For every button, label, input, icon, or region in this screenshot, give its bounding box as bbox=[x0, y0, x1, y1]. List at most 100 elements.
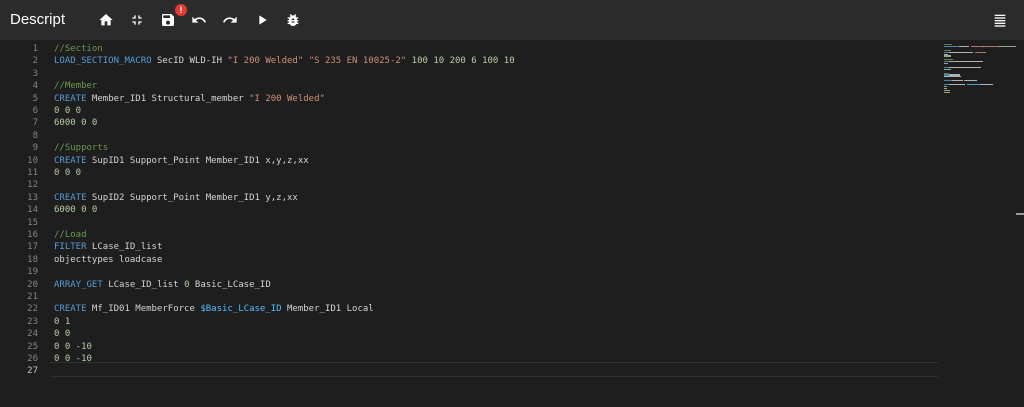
code-token-keyword: FILTER bbox=[54, 242, 87, 253]
code-token-plain: Member_ID1 Local bbox=[281, 304, 374, 315]
code-editor[interactable]: 1 2 3 4 5 6 7 8 9 10 11 12 13 14 15 16 17 18 19 20 21 22 23 24 2… bbox=[0, 40, 1024, 407]
code-line[interactable]: 6000 0 0 bbox=[54, 204, 97, 216]
line-number: 13 bbox=[27, 192, 38, 203]
code-token-plain: SupID2 Support_Point Member_ID1 y,z,xx bbox=[86, 192, 298, 203]
minimap-token bbox=[1000, 45, 1017, 48]
code-line[interactable]: 0 0 -10 bbox=[54, 341, 92, 353]
minimap-token bbox=[944, 76, 961, 78]
collapse-icon bbox=[132, 15, 142, 25]
line-number: 6 bbox=[32, 106, 38, 116]
line-number: 1 bbox=[32, 44, 38, 54]
line-number: 26 bbox=[27, 354, 38, 364]
code-token-string: "I 200 Welded" bbox=[249, 93, 325, 104]
minimap-token bbox=[959, 45, 970, 48]
code-token-number: 0 0 0 bbox=[54, 106, 82, 116]
code-line[interactable]: CREATE SupID2 Support_Point Member_ID1 y… bbox=[54, 192, 298, 204]
minimap-token bbox=[944, 55, 951, 57]
code-token-plain: LCase_ID_list bbox=[102, 279, 185, 290]
code-token-number: 100 10 200 6 100 10 bbox=[411, 56, 515, 67]
minimap-token bbox=[944, 63, 949, 65]
code-token-keyword: CREATE bbox=[54, 192, 87, 203]
scroll-thumb[interactable] bbox=[1016, 213, 1024, 215]
home-button[interactable] bbox=[96, 10, 116, 30]
code-token-keyword: CREATE bbox=[54, 155, 87, 166]
code-line[interactable]: 0 0 -10 bbox=[54, 353, 92, 365]
line-number: 11 bbox=[27, 168, 38, 178]
vertical-scrollbar[interactable] bbox=[1016, 40, 1024, 407]
minimap-token bbox=[949, 61, 984, 63]
code-token-number: 0 1 bbox=[54, 316, 71, 327]
code-line[interactable]: LOAD_SECTION_MACRO SecID WLD-IH "I 200 W… bbox=[54, 55, 515, 67]
code-token-comment: //Supports bbox=[54, 143, 109, 154]
minimap-token bbox=[944, 91, 950, 93]
code-token-comment: //Load bbox=[54, 230, 87, 240]
minimap-token bbox=[979, 83, 994, 86]
code-line[interactable]: CREATE Member_ID1 Structural_member "I 2… bbox=[54, 93, 325, 105]
line-number: 18 bbox=[27, 254, 38, 265]
line-number: 3 bbox=[32, 68, 38, 79]
line-number: 22 bbox=[27, 304, 38, 315]
code-token-keyword: ARRAY_GET bbox=[54, 279, 103, 290]
line-number: 10 bbox=[27, 155, 38, 166]
minimap[interactable] bbox=[940, 40, 1017, 407]
minimap-token bbox=[965, 80, 978, 82]
line-number: 7 bbox=[32, 118, 38, 129]
redo-button[interactable] bbox=[220, 10, 240, 30]
home-icon bbox=[99, 14, 113, 26]
code-line[interactable]: 0 0 0 bbox=[54, 167, 81, 179]
minimap-token bbox=[944, 68, 951, 70]
line-number: 27 bbox=[27, 366, 38, 377]
line-number: 14 bbox=[27, 205, 38, 216]
code-token-number: 0 0 -10 bbox=[54, 341, 92, 352]
minimap-token bbox=[966, 83, 980, 86]
code-line[interactable]: 0 1 bbox=[54, 316, 70, 328]
code-token-number: 0 0 0 bbox=[54, 168, 82, 178]
menu-button[interactable] bbox=[990, 10, 1010, 30]
code-line[interactable]: CREATE SupID1 Support_Point Member_ID1 x… bbox=[54, 155, 309, 167]
minimap-token bbox=[949, 66, 982, 68]
minimap-token bbox=[951, 80, 963, 82]
code-token-string: "S 235 EN 10025-2" bbox=[308, 56, 407, 67]
code-line[interactable]: //Member bbox=[54, 80, 97, 92]
code-line[interactable]: ARRAY_GET LCase_ID_list 0 Basic_LCase_ID bbox=[54, 279, 271, 291]
code-line[interactable]: 0 0 bbox=[54, 328, 70, 340]
line-number: 9 bbox=[32, 143, 38, 154]
current-line-highlight bbox=[50, 362, 938, 377]
minimap-token bbox=[983, 45, 1000, 48]
undo-icon bbox=[192, 16, 206, 23]
line-number: 2 bbox=[32, 56, 38, 67]
code-token-keyword: CREATE bbox=[54, 93, 87, 104]
code-token-string: "I 200 Welded" bbox=[227, 56, 304, 67]
list-icon bbox=[994, 14, 1006, 27]
minimap-token bbox=[944, 80, 952, 82]
code-line[interactable]: //Section bbox=[54, 43, 103, 55]
run-button[interactable] bbox=[252, 10, 272, 30]
code-token-variable: $Basic_LCase_ID bbox=[200, 304, 282, 315]
code-token-plain: SupID1 Support_Point Member_ID1 x,y,z,xx bbox=[86, 155, 309, 166]
undo-button[interactable] bbox=[189, 10, 209, 30]
code-line[interactable]: //Load bbox=[54, 229, 87, 241]
code-line[interactable]: //Supports bbox=[54, 142, 108, 154]
line-number: 21 bbox=[27, 292, 38, 302]
minimap-token bbox=[944, 45, 960, 48]
code-token-plain: SecID WLD-IH bbox=[151, 56, 228, 67]
code-token-number: 0 0 bbox=[54, 329, 71, 340]
save-icon bbox=[162, 14, 174, 26]
line-number: 12 bbox=[27, 180, 38, 191]
line-number: 8 bbox=[32, 130, 38, 141]
collapse-button[interactable] bbox=[127, 10, 147, 30]
app-title: Descript bbox=[10, 11, 66, 28]
code-token-plain: Mf_ID01 MemberForce bbox=[86, 304, 201, 315]
minimap-token bbox=[971, 45, 984, 48]
code-token-number: 6000 0 0 bbox=[54, 205, 98, 216]
line-number: 23 bbox=[27, 316, 38, 327]
line-number: 25 bbox=[27, 341, 38, 352]
code-line[interactable]: objecttypes loadcase bbox=[54, 254, 162, 266]
code-line[interactable]: FILTER LCase_ID_list bbox=[54, 241, 162, 253]
code-line[interactable]: 6000 0 0 bbox=[54, 117, 97, 129]
code-token-number: 6000 0 0 bbox=[54, 118, 98, 129]
code-line[interactable]: 0 0 0 bbox=[54, 105, 81, 117]
code-token-plain: Basic_LCase_ID bbox=[189, 279, 271, 290]
debug-button[interactable] bbox=[283, 10, 303, 30]
code-line[interactable]: CREATE Mf_ID01 MemberForce $Basic_LCase_… bbox=[54, 303, 374, 315]
